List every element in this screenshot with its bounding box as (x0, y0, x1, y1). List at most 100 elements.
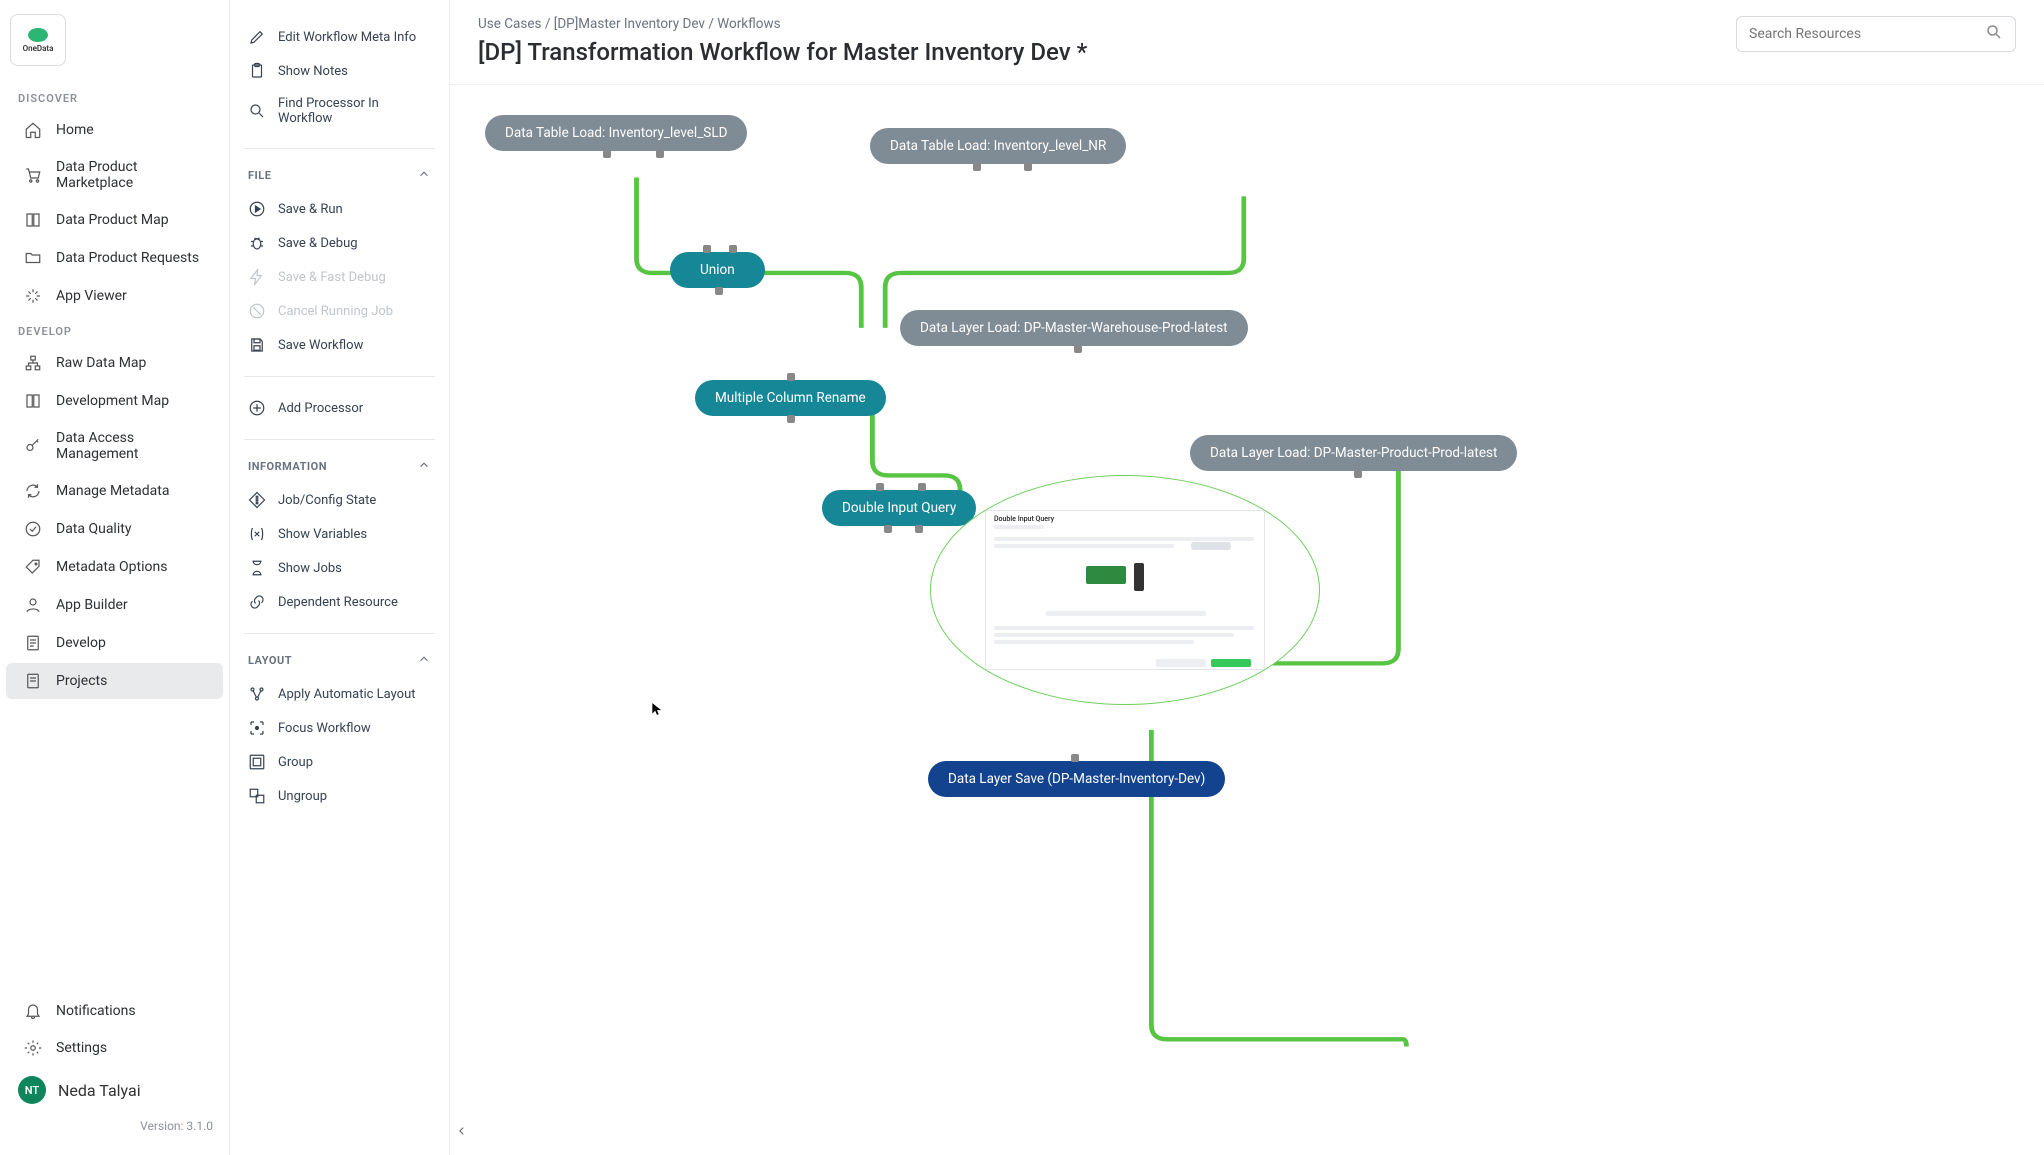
action-label: Show Variables (278, 527, 367, 542)
sidebar-item-label: Home (56, 122, 94, 138)
user-name: Neda Talyai (58, 1081, 141, 1100)
action-show-variables[interactable]: Show Variables (244, 517, 435, 551)
node-load-nr[interactable]: Data Table Load: Inventory_level_NR (870, 128, 1126, 164)
key-icon (24, 437, 42, 455)
sidebar-item-label: Raw Data Map (56, 355, 146, 371)
sidebar-item-metadata-options[interactable]: Metadata Options (6, 549, 223, 585)
pencil-icon (248, 28, 266, 46)
doc-icon (24, 634, 42, 652)
node-label: Data Layer Load: DP-Master-Product-Prod-… (1210, 445, 1497, 461)
main-content: Use Cases / [DP]Master Inventory Dev / W… (450, 0, 2044, 1155)
panel-section-title: FILE (248, 169, 271, 182)
action-label: Save & Run (278, 202, 343, 217)
panel-section-layout[interactable]: LAYOUT (244, 648, 435, 677)
node-save[interactable]: Data Layer Save (DP-Master-Inventory-Dev… (928, 761, 1225, 797)
action-focus-workflow[interactable]: Focus Workflow (244, 711, 435, 745)
sidebar-item-label: Metadata Options (56, 559, 167, 575)
collapse-panel-handle[interactable] (454, 1121, 470, 1141)
action-label: Add Processor (278, 401, 363, 416)
node-load-warehouse[interactable]: Data Layer Load: DP-Master-Warehouse-Pro… (900, 310, 1248, 346)
book-open-icon (24, 392, 42, 410)
action-label: Save Workflow (278, 338, 363, 353)
action-save-workflow[interactable]: Save Workflow (244, 328, 435, 362)
action-label: Group (278, 755, 313, 770)
node-rename[interactable]: Multiple Column Rename (695, 380, 886, 416)
sidebar-item-dev-map[interactable]: Development Map (6, 383, 223, 419)
breadcrumb-link[interactable]: [DP]Master Inventory Dev (554, 16, 705, 32)
version-label: Version: 3.1.0 (0, 1113, 229, 1139)
panel-section-title: INFORMATION (248, 460, 327, 473)
breadcrumb-link[interactable]: Use Cases (478, 16, 541, 32)
action-label: Show Jobs (278, 561, 342, 576)
sidebar-item-quality[interactable]: Data Quality (6, 511, 223, 547)
sidebar-item-notifications[interactable]: Notifications (6, 993, 223, 1029)
sidebar-item-home[interactable]: Home (6, 112, 223, 148)
sidebar-item-projects[interactable]: Projects (6, 663, 223, 699)
sidebar-item-marketplace[interactable]: Data Product Marketplace (6, 150, 223, 200)
gear-icon (24, 1039, 42, 1057)
sidebar-item-label: Data Access Management (56, 430, 205, 462)
action-find-processor[interactable]: Find Processor In Workflow (244, 88, 435, 134)
sidebar-item-app-builder[interactable]: App Builder (6, 587, 223, 623)
search-input[interactable] (1749, 26, 1977, 42)
panel-section-file[interactable]: FILE (244, 163, 435, 192)
action-add-processor[interactable]: Add Processor (244, 391, 435, 425)
action-label: Edit Workflow Meta Info (278, 30, 416, 45)
node-preview-popover[interactable]: Double Input Query (930, 475, 1320, 705)
brand-logo-mark (28, 28, 48, 42)
sidebar-item-label: App Viewer (56, 288, 127, 304)
brand-logo[interactable]: OneData (10, 14, 66, 66)
panel-section-information[interactable]: INFORMATION (244, 454, 435, 483)
action-label: Save & Debug (278, 236, 358, 251)
action-edit-meta[interactable]: Edit Workflow Meta Info (244, 20, 435, 54)
sidebar-item-label: Notifications (56, 1003, 136, 1019)
sidebar-item-manage-metadata[interactable]: Manage Metadata (6, 473, 223, 509)
flash-icon (248, 268, 266, 286)
sidebar-item-develop[interactable]: Develop (6, 625, 223, 661)
action-ungroup[interactable]: Ungroup (244, 779, 435, 813)
sidebar-item-app-viewer[interactable]: App Viewer (6, 278, 223, 314)
action-label: Show Notes (278, 64, 348, 79)
diamond-alert-icon (248, 491, 266, 509)
user-menu[interactable]: NT Neda Talyai (0, 1067, 229, 1113)
node-double-input-query[interactable]: Double Input Query (822, 490, 976, 526)
workflow-canvas[interactable]: Data Table Load: Inventory_level_SLD Dat… (450, 85, 2044, 1155)
node-load-sld[interactable]: Data Table Load: Inventory_level_SLD (485, 115, 747, 151)
action-group[interactable]: Group (244, 745, 435, 779)
tag-icon (24, 558, 42, 576)
node-load-product[interactable]: Data Layer Load: DP-Master-Product-Prod-… (1190, 435, 1517, 471)
clipboard-icon (248, 62, 266, 80)
search-box[interactable] (1736, 16, 2016, 52)
node-union[interactable]: Union (670, 252, 765, 288)
sidebar-item-raw-map[interactable]: Raw Data Map (6, 345, 223, 381)
action-cancel-job: Cancel Running Job (244, 294, 435, 328)
book-icon (24, 211, 42, 229)
action-show-jobs[interactable]: Show Jobs (244, 551, 435, 585)
cursor-icon (650, 700, 664, 718)
sidebar-item-label: Projects (56, 673, 107, 689)
node-label: Double Input Query (842, 500, 956, 516)
crosshair-icon (248, 719, 266, 737)
sidebar-item-product-map[interactable]: Data Product Map (6, 202, 223, 238)
action-auto-layout[interactable]: Apply Automatic Layout (244, 677, 435, 711)
save-icon (248, 336, 266, 354)
breadcrumb-current: Workflows (717, 16, 780, 32)
sidebar-item-label: App Builder (56, 597, 128, 613)
sidebar-item-settings[interactable]: Settings (6, 1030, 223, 1066)
action-dependent-resource[interactable]: Dependent Resource (244, 585, 435, 619)
group-icon (248, 753, 266, 771)
primary-sidebar: OneData DISCOVER Home Data Product Marke… (0, 0, 230, 1155)
preview-panel: Double Input Query (985, 510, 1265, 670)
action-job-state[interactable]: Job/Config State (244, 483, 435, 517)
cancel-icon (248, 302, 266, 320)
ungroup-icon (248, 787, 266, 805)
action-show-notes[interactable]: Show Notes (244, 54, 435, 88)
action-save-fast-debug: Save & Fast Debug (244, 260, 435, 294)
action-save-run[interactable]: Save & Run (244, 192, 435, 226)
sidebar-item-label: Data Quality (56, 521, 131, 537)
sidebar-item-requests[interactable]: Data Product Requests (6, 240, 223, 276)
action-save-debug[interactable]: Save & Debug (244, 226, 435, 260)
panel-section-title: LAYOUT (248, 654, 292, 667)
sidebar-item-label: Data Product Marketplace (56, 159, 205, 191)
sidebar-item-access[interactable]: Data Access Management (6, 421, 223, 471)
